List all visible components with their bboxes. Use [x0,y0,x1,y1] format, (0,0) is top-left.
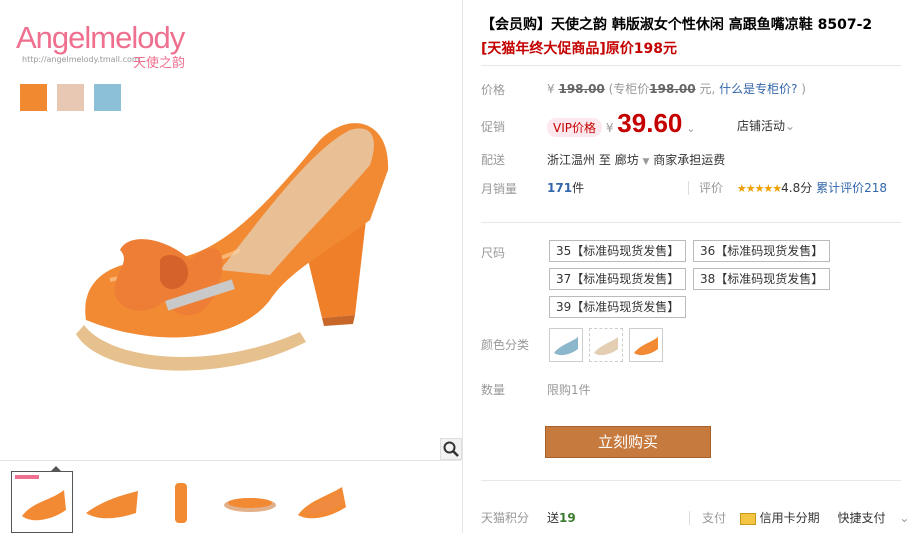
color-option-blue[interactable] [549,328,583,362]
beige-shoe-icon [594,337,618,356]
store-activity-label: 店铺活动 [737,119,786,133]
size-option-36[interactable]: 36【标准码现货发售】 [693,240,831,262]
sales-row: 171件 [547,179,584,196]
size-option-35[interactable]: 35【标准码现货发售】 [549,240,687,262]
blue-shoe-icon [554,337,578,356]
promo-text: [天猫年终大促商品]原价198元 [481,41,678,57]
selected-caret [50,466,62,472]
sales-count: 171 [547,181,573,195]
thumbnail-3[interactable] [150,471,210,531]
swatch-beige [57,84,84,111]
thumbnail-1[interactable] [11,466,73,533]
thumbnail-image [15,475,66,521]
size-option-38[interactable]: 38【标准码现货发售】 [693,268,831,290]
divider [481,480,901,481]
shipping-fee: 商家承担运费 [653,153,726,167]
brand-url: http://angelmelody.tmall.com [22,55,140,64]
price-label: 价格 [481,83,506,97]
color-label: 颜色分类 [481,338,530,352]
promo-price-label: 促销 [481,120,506,134]
sales-label: 月销量 [481,182,518,196]
thumbnail-image [298,487,346,519]
thumbnail-2[interactable] [82,471,142,531]
size-option-39[interactable]: 39【标准码现货发售】 [549,296,687,318]
points-row: 送19 [547,509,576,526]
swatch-blue [94,84,121,111]
brand-logo: Angelmelody [16,20,185,55]
pay-label: 支付 [689,511,727,525]
credit-card-installment[interactable]: 信用卡分期 [760,511,820,525]
triangle-down-icon: ▼ [642,157,650,167]
swatch-orange [20,84,47,111]
ship-to-word: 至 [598,153,611,167]
points-prefix: 送 [547,511,560,525]
counter-price-prefix: (专柜价 [608,82,650,96]
counter-price-close: ) [801,82,806,96]
rating-score: 4.8分 [781,181,813,195]
shipping-label: 配送 [481,153,506,167]
color-option-beige[interactable] [589,328,623,362]
ship-from: 浙江温州 [547,153,596,167]
chevron-down-icon[interactable]: ⌄ [899,511,909,525]
chevron-down-icon: ⌄ [785,119,796,133]
thumbnail-5[interactable] [292,471,352,531]
product-title: 【会员购】天使之韵 韩版淑女个性休闲 高跟鱼嘴凉鞋 8507-2 [481,17,873,33]
quick-pay[interactable]: 快捷支付 [838,511,886,525]
ship-destination-select[interactable]: 廊坊 ▼ [615,153,650,167]
thumbnail-strip [0,460,461,534]
currency-symbol: ¥ [547,82,555,96]
review-count-link[interactable]: 累计评价218 [816,181,887,195]
chevron-down-icon[interactable]: ⌄ [686,122,695,135]
size-label: 尺码 [481,246,506,260]
thumbnail-image [224,498,276,512]
quantity-limit: 限购1件 [547,383,591,397]
rating-row: 评价 ★★★★★4.8分 累计评价218 [688,179,887,196]
quantity-label: 数量 [481,383,506,397]
product-info: 【会员购】天使之韵 韩版淑女个性休闲 高跟鱼嘴凉鞋 8507-2 [天猫年终大促… [463,0,921,533]
points-value: 19 [559,511,576,525]
currency-symbol: ¥ [605,121,614,135]
payment-row: 支付 信用卡分期 快捷支付 ⌄ [689,509,909,526]
counter-price-suffix: 元, [699,82,716,96]
magnifier-icon [443,441,459,457]
store-activity-dropdown[interactable]: 店铺活动⌄ [737,117,795,134]
counter-price-help-link[interactable]: 什么是专柜价? [719,82,797,96]
credit-card-icon [739,512,756,525]
brand-cn-name: 天使之韵 [133,56,186,71]
buy-now-button[interactable]: 立刻购买 [545,426,711,458]
divider [481,222,901,223]
ship-destination: 廊坊 [614,153,639,167]
main-product-image[interactable] [70,110,400,375]
size-option-37[interactable]: 37【标准码现货发售】 [549,268,687,290]
original-price: 198.00 [558,82,605,96]
thumbnail-image [86,491,138,519]
product-gallery: Angelmelody http://angelmelody.tmall.com… [0,0,463,533]
sales-unit: 件 [572,181,585,195]
vip-badge: VIP价格 [547,118,602,137]
rating-stars: ★★★★★ [736,182,782,195]
shipping-row: 浙江温州 至 廊坊 ▼ 商家承担运费 [547,151,725,168]
color-option-orange[interactable] [629,328,663,362]
rating-label: 评价 [688,181,724,195]
divider [481,65,901,66]
zoom-button[interactable] [440,438,462,460]
counter-price: 198.00 [649,82,696,96]
orange-shoe-icon [634,337,658,356]
points-label: 天猫积分 [481,511,530,525]
thumbnail-image [175,483,187,523]
thumbnail-4[interactable] [220,471,280,531]
promo-price: 39.60 [617,108,683,138]
promo-price-row: VIP价格 ¥ 39.60 ⌄ [547,108,695,139]
price-row: ¥ 198.00 (专柜价198.00 元, 什么是专柜价? ) [547,80,806,97]
